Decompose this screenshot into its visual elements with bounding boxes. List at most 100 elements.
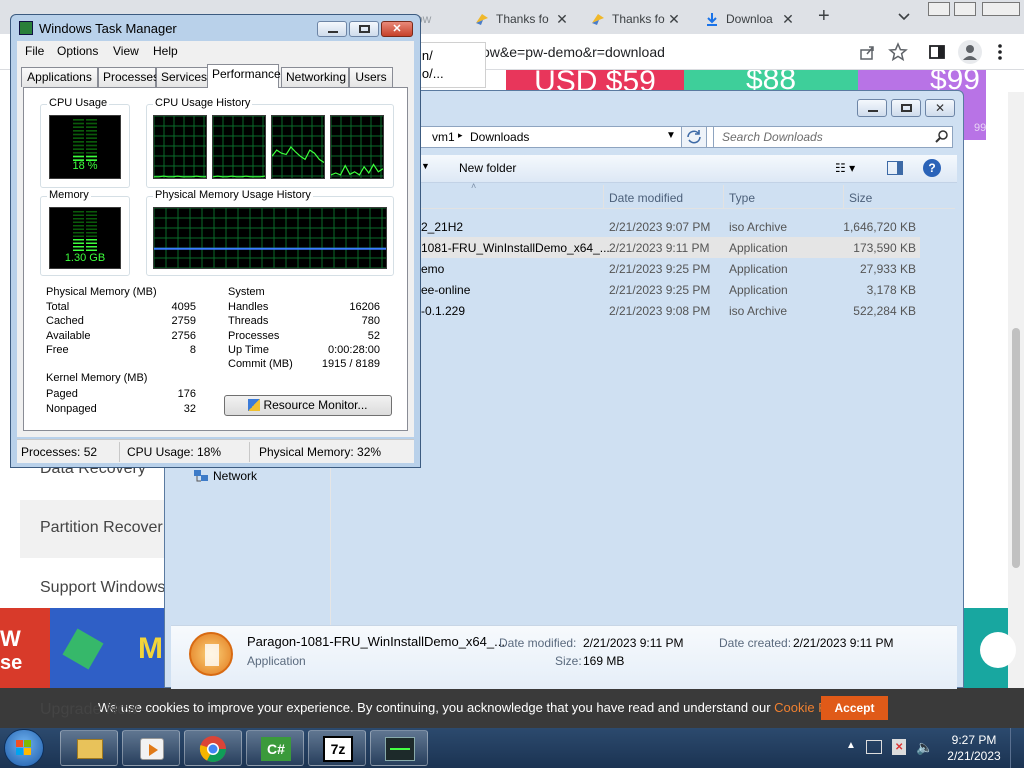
new-folder-button[interactable]: New folder [459, 161, 516, 175]
file-row[interactable]: emo 2/21/2023 9:25 PM Application 27,933… [415, 258, 920, 279]
cpu-core-graph [271, 115, 325, 179]
cpu-core-graph [153, 115, 207, 179]
tab-title: Thanks fo [612, 12, 665, 26]
minimize-icon[interactable] [857, 99, 887, 117]
file-row[interactable]: -0.1.229 2/21/2023 9:08 PM iso Archive 5… [415, 300, 920, 321]
new-tab-icon[interactable]: + [818, 5, 830, 28]
search-icon[interactable] [935, 129, 949, 143]
column-size[interactable]: Size [849, 191, 872, 205]
menu-view[interactable]: View [113, 44, 139, 58]
menu-item-partition-recovery[interactable]: Partition Recover [40, 519, 163, 537]
show-hidden-icons-icon[interactable]: ▲ [846, 740, 856, 751]
share-icon[interactable] [858, 43, 876, 61]
file-type: Application [729, 283, 788, 297]
start-button[interactable] [4, 729, 44, 767]
tab-processes[interactable]: Processes [98, 67, 159, 87]
meter-segment [73, 133, 84, 136]
meter-segment [86, 242, 97, 244]
menu-item-support-windows[interactable]: Support Windows [40, 579, 165, 597]
tab-services[interactable]: Services [156, 67, 209, 87]
file-type: iso Archive [729, 220, 788, 234]
menu-options[interactable]: Options [57, 44, 98, 58]
browser-tab[interactable]: Thanks fo ✕ [466, 4, 578, 34]
resource-monitor-button[interactable]: Resource Monitor... [224, 395, 392, 416]
tab-close-icon[interactable]: ✕ [666, 11, 682, 28]
meter-segment [86, 126, 97, 128]
refresh-icon[interactable] [681, 126, 707, 148]
page-scrollbar[interactable] [1008, 92, 1024, 688]
file-row-selected[interactable]: 1081-FRU_WinInstallDemo_x64_... 2/21/202… [415, 237, 920, 258]
tab-close-icon[interactable]: ✕ [780, 11, 796, 28]
chat-bubble-icon[interactable] [980, 632, 1016, 668]
taskbar-chrome-button[interactable] [184, 730, 242, 766]
meter-segment [86, 239, 97, 241]
minimize-icon[interactable] [928, 2, 950, 16]
scrollbar-thumb[interactable] [1012, 328, 1020, 568]
bookmark-star-icon[interactable] [888, 42, 908, 62]
address-dropdown-icon[interactable]: ▼ [666, 130, 676, 141]
volume-icon[interactable]: 🔈 [916, 739, 933, 756]
kebab-menu-icon[interactable] [996, 43, 1004, 61]
profile-avatar-icon[interactable] [958, 40, 982, 64]
file-row[interactable]: ee-online 2/21/2023 9:25 PM Application … [415, 279, 920, 300]
tab-users[interactable]: Users [349, 67, 393, 87]
column-type[interactable]: Type [729, 191, 755, 205]
menu-file[interactable]: File [25, 44, 44, 58]
taskbar-csharp-button[interactable]: C# [246, 730, 304, 766]
close-icon[interactable] [982, 2, 1020, 16]
tab-applications[interactable]: Applications [21, 67, 98, 87]
taskbar-explorer-button[interactable] [60, 730, 118, 766]
maximize-icon[interactable] [891, 99, 921, 117]
cpu-usage-meter: 18 % [49, 115, 121, 179]
meter-segment [86, 148, 97, 150]
preview-pane-icon[interactable] [887, 161, 903, 175]
windows-logo-icon [16, 740, 31, 755]
menu-help[interactable]: Help [153, 44, 178, 58]
minimize-icon[interactable] [317, 21, 347, 37]
tab-search-chevron-icon[interactable] [896, 8, 912, 24]
breadcrumb-vm1[interactable]: vm1 [432, 130, 455, 144]
close-icon[interactable]: ✕ [381, 21, 413, 37]
search-downloads-input[interactable]: Search Downloads [713, 126, 953, 148]
menu-item-upgrade[interactable]: Upgrade Now [40, 701, 138, 719]
taskbar-media-button[interactable] [122, 730, 180, 766]
pdf-badge-icon [62, 628, 104, 670]
sys-key: Handles [228, 301, 269, 313]
pm-key: Free [46, 344, 69, 356]
breadcrumb-downloads[interactable]: Downloads [470, 130, 529, 144]
tab-close-icon[interactable]: ✕ [554, 11, 570, 28]
browser-tab[interactable]: Downloa ✕ [696, 4, 804, 34]
meter-segment [73, 130, 84, 132]
show-desktop-button[interactable] [1010, 728, 1024, 768]
restore-icon[interactable] [954, 2, 976, 16]
side-panel-icon[interactable] [928, 43, 946, 61]
help-icon[interactable]: ? [923, 159, 941, 177]
tab-performance[interactable]: Performance [207, 64, 281, 88]
file-row[interactable]: 2_21H2 2/21/2023 9:07 PM iso Archive 1,6… [415, 216, 920, 237]
browser-tab[interactable]: Thanks fo ✕ [582, 4, 690, 34]
action-center-icon[interactable]: ✕ [892, 739, 906, 755]
network-tray-icon[interactable] [866, 740, 882, 754]
maximize-icon[interactable] [349, 21, 379, 37]
accept-cookies-button[interactable]: Accept [821, 696, 888, 720]
organize-arrow-icon[interactable]: ▼ [421, 161, 430, 171]
view-options-icon[interactable]: ☷ ▾ [835, 161, 855, 175]
task-manager-icon [385, 737, 415, 761]
taskbar-7zip-button[interactable]: 7z [308, 730, 366, 766]
details-filetype: Application [247, 654, 306, 668]
task-manager-window: Windows Task Manager ✕ File Options View… [10, 14, 421, 468]
sys-key: Processes [228, 330, 280, 342]
file-size: 522,284 KB [853, 304, 916, 318]
column-date-modified[interactable]: Date modified [609, 191, 683, 205]
tab-title: Thanks fo [496, 12, 549, 26]
clock[interactable]: 9:27 PM 2/21/2023 [944, 732, 1004, 764]
pm-value: 4095 [171, 301, 196, 313]
file-size: 173,590 KB [853, 241, 916, 255]
taskbar-taskmgr-button[interactable] [370, 730, 428, 766]
suggestion-line[interactable]: in/ [419, 47, 477, 65]
ad-banner[interactable]: W se M [0, 608, 170, 688]
close-icon[interactable]: ✕ [925, 99, 955, 117]
tab-networking[interactable]: Networking [281, 67, 349, 87]
meter-segment [86, 211, 97, 213]
nav-network[interactable]: Network [213, 469, 257, 483]
